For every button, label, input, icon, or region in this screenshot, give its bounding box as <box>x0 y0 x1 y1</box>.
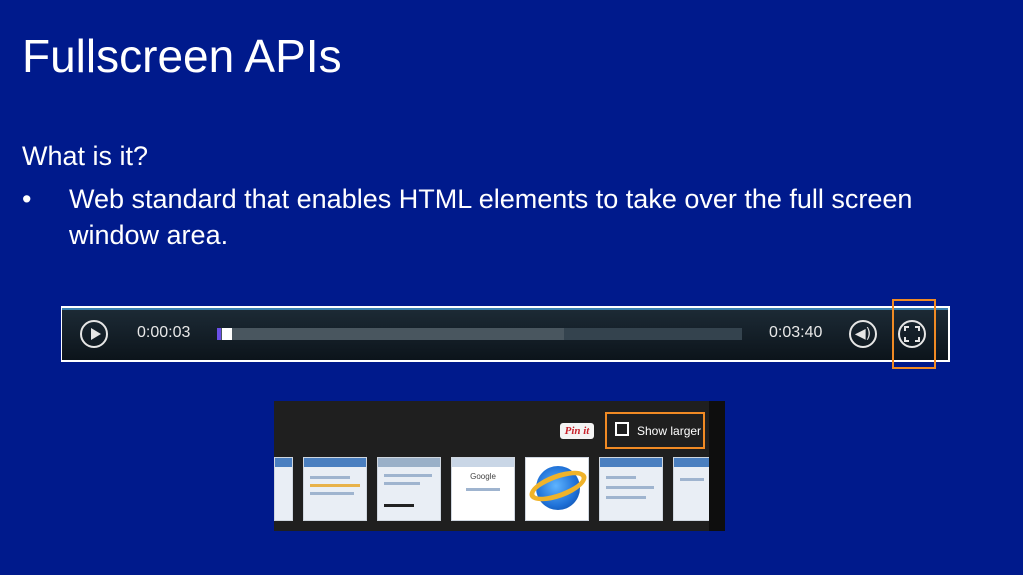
thumbnail[interactable] <box>673 457 711 521</box>
thumbnail[interactable] <box>274 457 293 521</box>
seek-bar[interactable] <box>217 328 742 340</box>
thumbnail[interactable] <box>599 457 663 521</box>
pin-it-button[interactable]: Pin it <box>560 423 594 439</box>
frame-icon <box>615 422 629 436</box>
bullet-text: Web standard that enables HTML elements … <box>69 184 913 250</box>
google-label: Google <box>470 472 496 481</box>
subheading: What is it? <box>22 141 149 171</box>
buffered-range <box>217 328 564 340</box>
show-larger-label: Show larger <box>637 424 702 438</box>
thumbnail[interactable] <box>303 457 367 521</box>
played-range <box>217 328 221 340</box>
total-time: 0:03:40 <box>769 324 823 341</box>
slide-title: Fullscreen APIs <box>22 30 342 82</box>
seek-thumb[interactable] <box>222 328 232 340</box>
volume-icon[interactable]: ◀) <box>849 320 877 348</box>
bullet-marker: • <box>22 184 32 214</box>
video-player-bar: 0:00:03 0:03:40 ◀) <box>61 306 950 362</box>
show-larger-button[interactable]: Show larger <box>605 412 705 449</box>
image-strip: Pin it Show larger Google <box>274 401 725 531</box>
player-controls: 0:00:03 0:03:40 ◀) <box>62 308 948 360</box>
fullscreen-highlight <box>892 299 936 369</box>
thumbnail[interactable]: Google <box>451 457 515 521</box>
thumbnail[interactable] <box>525 457 589 521</box>
thumbnail[interactable] <box>377 457 441 521</box>
play-icon[interactable] <box>80 320 108 348</box>
current-time: 0:00:03 <box>137 324 191 341</box>
